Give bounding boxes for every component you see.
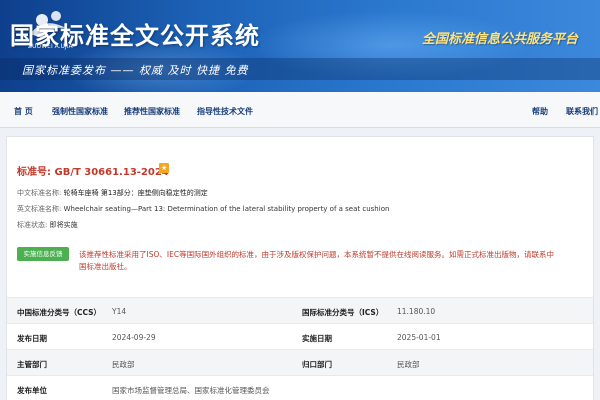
nav-guidance-documents[interactable]: 指导性技术文件 bbox=[197, 106, 253, 117]
nav-mandatory-standards[interactable]: 强制性国家标准 bbox=[52, 106, 108, 117]
table-key: 主管部门 bbox=[17, 360, 47, 369]
standard-number-label: 标准号: bbox=[17, 167, 51, 178]
table-value: 2024-09-29 bbox=[112, 333, 156, 342]
table-row: 发布单位 国家市场监督管理总局、国家标准化管理委员会 bbox=[7, 375, 593, 400]
implementation-feedback-button[interactable]: 实施信息反馈 bbox=[17, 247, 69, 261]
table-value: 2025-01-01 bbox=[397, 333, 441, 342]
en-name-value: Wheelchair seating—Part 13: Determinatio… bbox=[63, 205, 390, 213]
nav-recommended-standards[interactable]: 推荐性国家标准 bbox=[124, 106, 180, 117]
en-name-field: 英文标准名称: Wheelchair seating—Part 13: Dete… bbox=[17, 204, 389, 214]
table-key: 发布日期 bbox=[17, 334, 47, 343]
standard-detail-card: 标准号: GB/T 30661.13-2024 ★ 中文标准名称: 轮椅车座椅 … bbox=[6, 136, 594, 400]
table-value: 国家市场监督管理总局、国家标准化管理委员会 bbox=[112, 386, 270, 395]
status-label: 标准状态: bbox=[17, 221, 48, 229]
platform-slogan[interactable]: 全国标准信息公共服务平台 bbox=[422, 28, 578, 47]
status-field: 标准状态: 即将实施 bbox=[17, 220, 78, 230]
table-value: Y14 bbox=[112, 307, 127, 316]
nav-help[interactable]: 帮助 bbox=[532, 106, 548, 117]
cn-name-label: 中文标准名称: bbox=[17, 189, 62, 197]
table-row: 主管部门 民政部 归口部门 民政部 bbox=[7, 349, 593, 375]
copyright-notice: 该推荐性标准采用了ISO、IEC等国际国外组织的标准，由于涉及版权保护问题，本系… bbox=[79, 250, 555, 271]
en-name-label: 英文标准名称: bbox=[17, 205, 62, 213]
cn-name-value: 轮椅车座椅 第13部分：座垫侧向稳定性的测定 bbox=[63, 189, 208, 197]
table-row: 中国标准分类号（CCS） Y14 国际标准分类号（ICS） 11.180.10 bbox=[7, 297, 593, 323]
site-tagline: 国家标准委发布 —— 权威 及时 快捷 免费 bbox=[22, 64, 249, 77]
main-nav: 首 页 强制性国家标准 推荐性国家标准 指导性技术文件 帮助 联系我们 bbox=[0, 92, 600, 128]
header-banner: ZUOWEI A.UJIA 国家标准全文公开系统 全国标准信息公共服务平台 国家… bbox=[0, 0, 600, 92]
table-key: 归口部门 bbox=[302, 360, 332, 369]
table-row: 发布日期 2024-09-29 实施日期 2025-01-01 bbox=[7, 323, 593, 349]
status-value: 即将实施 bbox=[49, 221, 78, 229]
site-title[interactable]: 国家标准全文公开系统 bbox=[10, 16, 260, 51]
table-value: 11.180.10 bbox=[397, 307, 436, 316]
cn-name-field: 中文标准名称: 轮椅车座椅 第13部分：座垫侧向稳定性的测定 bbox=[17, 188, 208, 198]
table-key: 发布单位 bbox=[17, 386, 47, 395]
nav-home[interactable]: 首 页 bbox=[14, 106, 33, 117]
table-value: 民政部 bbox=[397, 360, 420, 369]
standard-number: GB/T 30661.13-2024 bbox=[54, 167, 169, 178]
table-value: 民政部 bbox=[112, 360, 135, 369]
table-key: 实施日期 bbox=[302, 334, 332, 343]
nav-contact-us[interactable]: 联系我们 bbox=[566, 106, 598, 117]
table-key: 国际标准分类号（ICS） bbox=[302, 308, 384, 317]
table-key: 中国标准分类号（CCS） bbox=[17, 308, 102, 317]
favorite-star-icon[interactable]: ★ bbox=[159, 163, 169, 173]
standard-number-heading: 标准号: GB/T 30661.13-2024 bbox=[17, 163, 169, 178]
